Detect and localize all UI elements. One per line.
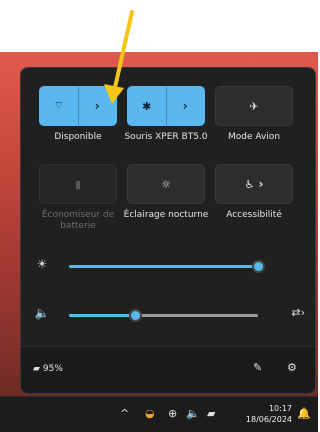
- pencil-icon[interactable]: ✎: [253, 361, 262, 374]
- taskbar: ^ ◒ ⊕ 🔈 ▰ 10:17 18/06/2024 🔔: [0, 396, 318, 432]
- wifi-toggle-tile[interactable]: ⌔ ›: [39, 86, 117, 126]
- airplane-label: Mode Avion: [227, 132, 281, 142]
- airplane-mode-tile[interactable]: ✈: [215, 86, 293, 126]
- speaker-icon[interactable]: 🔈: [33, 306, 51, 320]
- battery-icon: ▰: [33, 364, 40, 374]
- chevron-up-icon[interactable]: ^: [120, 407, 129, 420]
- clock[interactable]: 10:17 18/06/2024: [232, 403, 292, 425]
- bluetooth-expand-button[interactable]: ›: [167, 87, 205, 125]
- wifi-icon: ⌔: [53, 99, 64, 112]
- chevron-right-icon: ›: [258, 177, 264, 191]
- brightness-thumb[interactable]: [252, 260, 265, 273]
- volume-slider-row: 🔈 ⇄›: [21, 305, 315, 325]
- chevron-right-icon: ›: [182, 99, 188, 113]
- network-icon[interactable]: ⊕: [168, 407, 177, 420]
- airplane-icon: ✈: [249, 99, 259, 113]
- brightness-fill: [69, 265, 258, 268]
- wifi-toggle-button[interactable]: ⌔: [40, 87, 78, 125]
- time-text: 10:17: [268, 404, 292, 413]
- battery-saver-label: Économiseur de batterie: [41, 210, 115, 231]
- bluetooth-label: Souris XPER BT5.0: [124, 132, 208, 142]
- audio-output-icon[interactable]: ⇄›: [291, 306, 305, 319]
- accessibility-label: Accessibilité: [226, 210, 282, 220]
- night-light-tile[interactable]: ☼: [127, 164, 205, 204]
- night-light-icon: ☼: [161, 177, 171, 191]
- gear-icon[interactable]: ⚙: [287, 361, 297, 374]
- accessibility-tile[interactable]: ♿ ›: [215, 164, 293, 204]
- bluetooth-toggle-tile[interactable]: ✱ ›: [127, 86, 205, 126]
- volume-thumb[interactable]: [129, 309, 143, 322]
- quick-settings-panel: ⌔ › Disponible ✱ › Souris XPER BT5.0 ✈ M…: [20, 67, 316, 394]
- battery-status[interactable]: ▰ 95%: [33, 364, 63, 374]
- volume-fill: [69, 314, 136, 317]
- chevron-right-icon: ›: [94, 99, 100, 113]
- wifi-label: Disponible: [54, 132, 102, 142]
- battery-icon[interactable]: ▰: [207, 407, 215, 420]
- battery-saver-icon: ▮: [74, 177, 82, 191]
- quick-settings-footer: ▰ 95% ✎ ⚙: [21, 346, 315, 393]
- wifi-expand-button[interactable]: ›: [79, 87, 117, 125]
- bell-icon[interactable]: 🔔: [297, 407, 311, 420]
- battery-saver-tile: ▮: [39, 164, 117, 204]
- volume-slider[interactable]: [69, 309, 258, 322]
- date-text: 18/06/2024: [245, 415, 292, 424]
- brightness-icon: ☀: [36, 257, 48, 271]
- bluetooth-icon: ✱: [142, 99, 152, 113]
- battery-percentage: 95%: [42, 364, 63, 374]
- app-tray-icon[interactable]: ◒: [145, 407, 155, 420]
- night-light-label: Éclairage nocturne: [123, 210, 209, 220]
- speaker-icon[interactable]: 🔈: [186, 407, 200, 420]
- bluetooth-toggle-button[interactable]: ✱: [128, 87, 166, 125]
- brightness-slider-row: ☀: [21, 256, 315, 276]
- accessibility-icon: ♿: [244, 177, 255, 191]
- brightness-slider[interactable]: [69, 260, 265, 273]
